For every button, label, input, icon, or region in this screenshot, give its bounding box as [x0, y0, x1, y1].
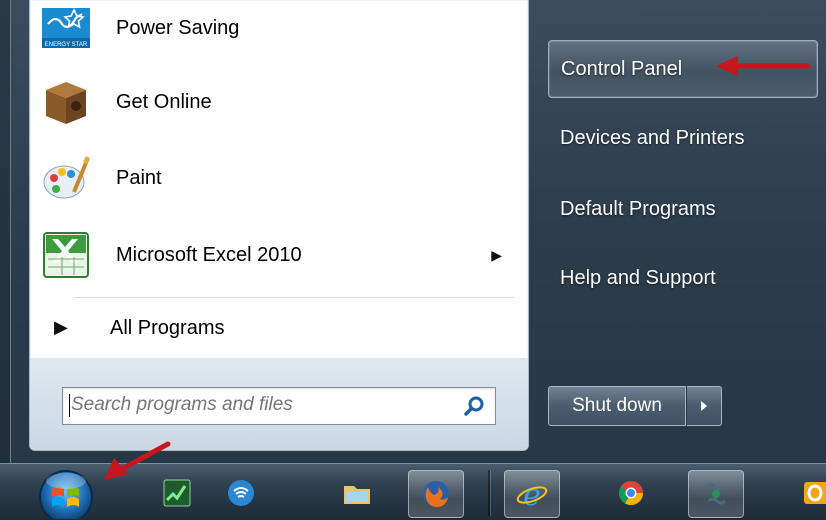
menu-divider	[74, 297, 514, 298]
taskbar-outlook-app[interactable]	[790, 470, 826, 516]
program-label: Power Saving	[116, 16, 240, 39]
help-and-support-link[interactable]: Help and Support	[548, 250, 816, 306]
taskbar-explorer-app[interactable]	[330, 470, 384, 516]
start-orb-icon[interactable]	[28, 467, 104, 519]
start-menu-programs-panel: ENERGY STAR Power Saving Get Online Pain…	[29, 0, 529, 451]
taskbar-internet-explorer-app[interactable]: e	[504, 470, 560, 518]
chrome-icon	[618, 481, 643, 506]
wireless-icon	[228, 480, 254, 506]
outlook-icon	[804, 482, 826, 504]
devices-and-printers-label: Devices and Printers	[560, 126, 745, 149]
stock-chart-icon	[163, 479, 191, 507]
program-label: Paint	[116, 166, 162, 189]
svg-text:e: e	[523, 478, 541, 511]
energy-star-text: ENERGY STAR	[45, 42, 88, 48]
box-icon	[46, 82, 86, 124]
internet-explorer-icon: e	[516, 478, 548, 511]
program-item-paint[interactable]: Paint	[36, 148, 520, 208]
devices-and-printers-link[interactable]: Devices and Printers	[548, 110, 816, 166]
firefox-icon	[423, 481, 449, 507]
right-triangle-icon: ▶	[54, 317, 68, 337]
annotation-arrow-icon	[716, 56, 811, 76]
all-programs-label: All Programs	[110, 317, 225, 339]
energy-star-icon: ENERGY STAR	[42, 8, 90, 48]
default-programs-link[interactable]: Default Programs	[548, 181, 816, 237]
shutdown-options-button[interactable]	[687, 386, 722, 426]
network-tool-icon	[705, 483, 727, 505]
taskbar-stock-chart-app[interactable]	[150, 470, 204, 516]
taskbar-network-tool-app[interactable]	[688, 470, 744, 518]
text-caret	[69, 394, 70, 417]
control-panel-label: Control Panel	[561, 57, 683, 80]
search-box[interactable]	[62, 387, 496, 425]
paint-palette-icon	[43, 156, 90, 199]
taskbar-separator	[488, 470, 490, 516]
search-icon[interactable]	[463, 394, 487, 418]
help-and-support-label: Help and Support	[560, 266, 716, 289]
program-label: Get Online	[116, 90, 212, 113]
program-item-power-saving[interactable]: ENERGY STAR Power Saving	[36, 0, 520, 58]
shut-down-button[interactable]: Shut down	[548, 386, 686, 426]
submenu-arrow-icon[interactable]: ▶	[491, 247, 502, 264]
shutdown-group: Shut down	[548, 386, 722, 426]
all-programs-button[interactable]: ▶ All Programs	[30, 300, 526, 356]
search-area	[30, 358, 528, 450]
excel-icon	[43, 232, 89, 278]
file-explorer-icon	[344, 486, 370, 504]
program-label: Microsoft Excel 2010	[116, 243, 302, 266]
chevron-right-icon	[701, 401, 707, 411]
default-programs-label: Default Programs	[560, 197, 716, 220]
search-input[interactable]	[63, 388, 451, 422]
taskbar-chrome-app[interactable]	[604, 470, 658, 516]
taskbar-wireless-app[interactable]	[214, 470, 268, 516]
program-item-microsoft-excel[interactable]: Microsoft Excel 2010 ▶	[36, 225, 520, 285]
program-item-get-online[interactable]: Get Online	[36, 72, 520, 132]
taskbar-firefox-app[interactable]	[408, 470, 464, 518]
